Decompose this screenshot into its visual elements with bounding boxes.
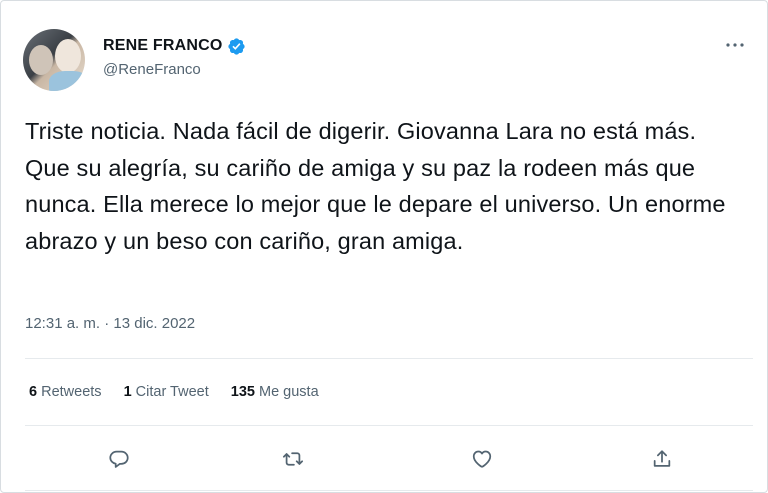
retweet-button[interactable] — [277, 443, 309, 475]
more-icon[interactable] — [723, 37, 747, 53]
engagement-stats: 6 Retweets 1 Citar Tweet 135 Me gusta — [29, 384, 341, 400]
action-bar — [1, 441, 768, 477]
likes-count: 135 — [230, 384, 255, 400]
retweets-stat[interactable]: 6 Retweets — [29, 384, 102, 400]
avatar-face-left — [29, 45, 53, 75]
author-handle[interactable]: @ReneFranco — [103, 61, 246, 78]
reply-icon — [109, 450, 129, 468]
display-name-row: RENE FRANCO — [103, 35, 246, 57]
divider — [25, 490, 753, 491]
share-icon — [653, 450, 671, 467]
retweets-label: Retweets — [41, 384, 102, 400]
display-name[interactable]: RENE FRANCO — [103, 37, 223, 55]
divider — [25, 425, 753, 426]
retweets-count: 6 — [29, 384, 38, 400]
divider — [25, 358, 753, 359]
likes-stat[interactable]: 135 Me gusta — [231, 384, 319, 400]
avatar-shirt — [49, 71, 85, 91]
reply-button[interactable] — [103, 443, 135, 475]
avatar-face-right — [55, 39, 81, 73]
quotes-label: Citar Tweet — [135, 384, 209, 400]
retweet-icon — [282, 452, 304, 466]
avatar[interactable] — [23, 29, 85, 91]
quotes-count: 1 — [123, 384, 132, 400]
verified-badge-icon — [227, 37, 245, 55]
likes-label: Me gusta — [258, 384, 319, 400]
share-button[interactable] — [646, 443, 678, 475]
like-button[interactable] — [466, 443, 498, 475]
author-names: RENE FRANCO @ReneFranco — [103, 35, 246, 78]
tweet-timestamp[interactable]: 12:31 a. m. · 13 dic. 2022 — [25, 315, 195, 332]
heart-icon — [472, 450, 492, 468]
tweet-header: RENE FRANCO @ReneFranco — [23, 27, 753, 93]
quotes-stat[interactable]: 1 Citar Tweet — [124, 384, 209, 400]
tweet-card: RENE FRANCO @ReneFranco Triste noticia. … — [0, 0, 768, 493]
tweet-text: Triste noticia. Nada fácil de digerir. G… — [25, 118, 726, 254]
